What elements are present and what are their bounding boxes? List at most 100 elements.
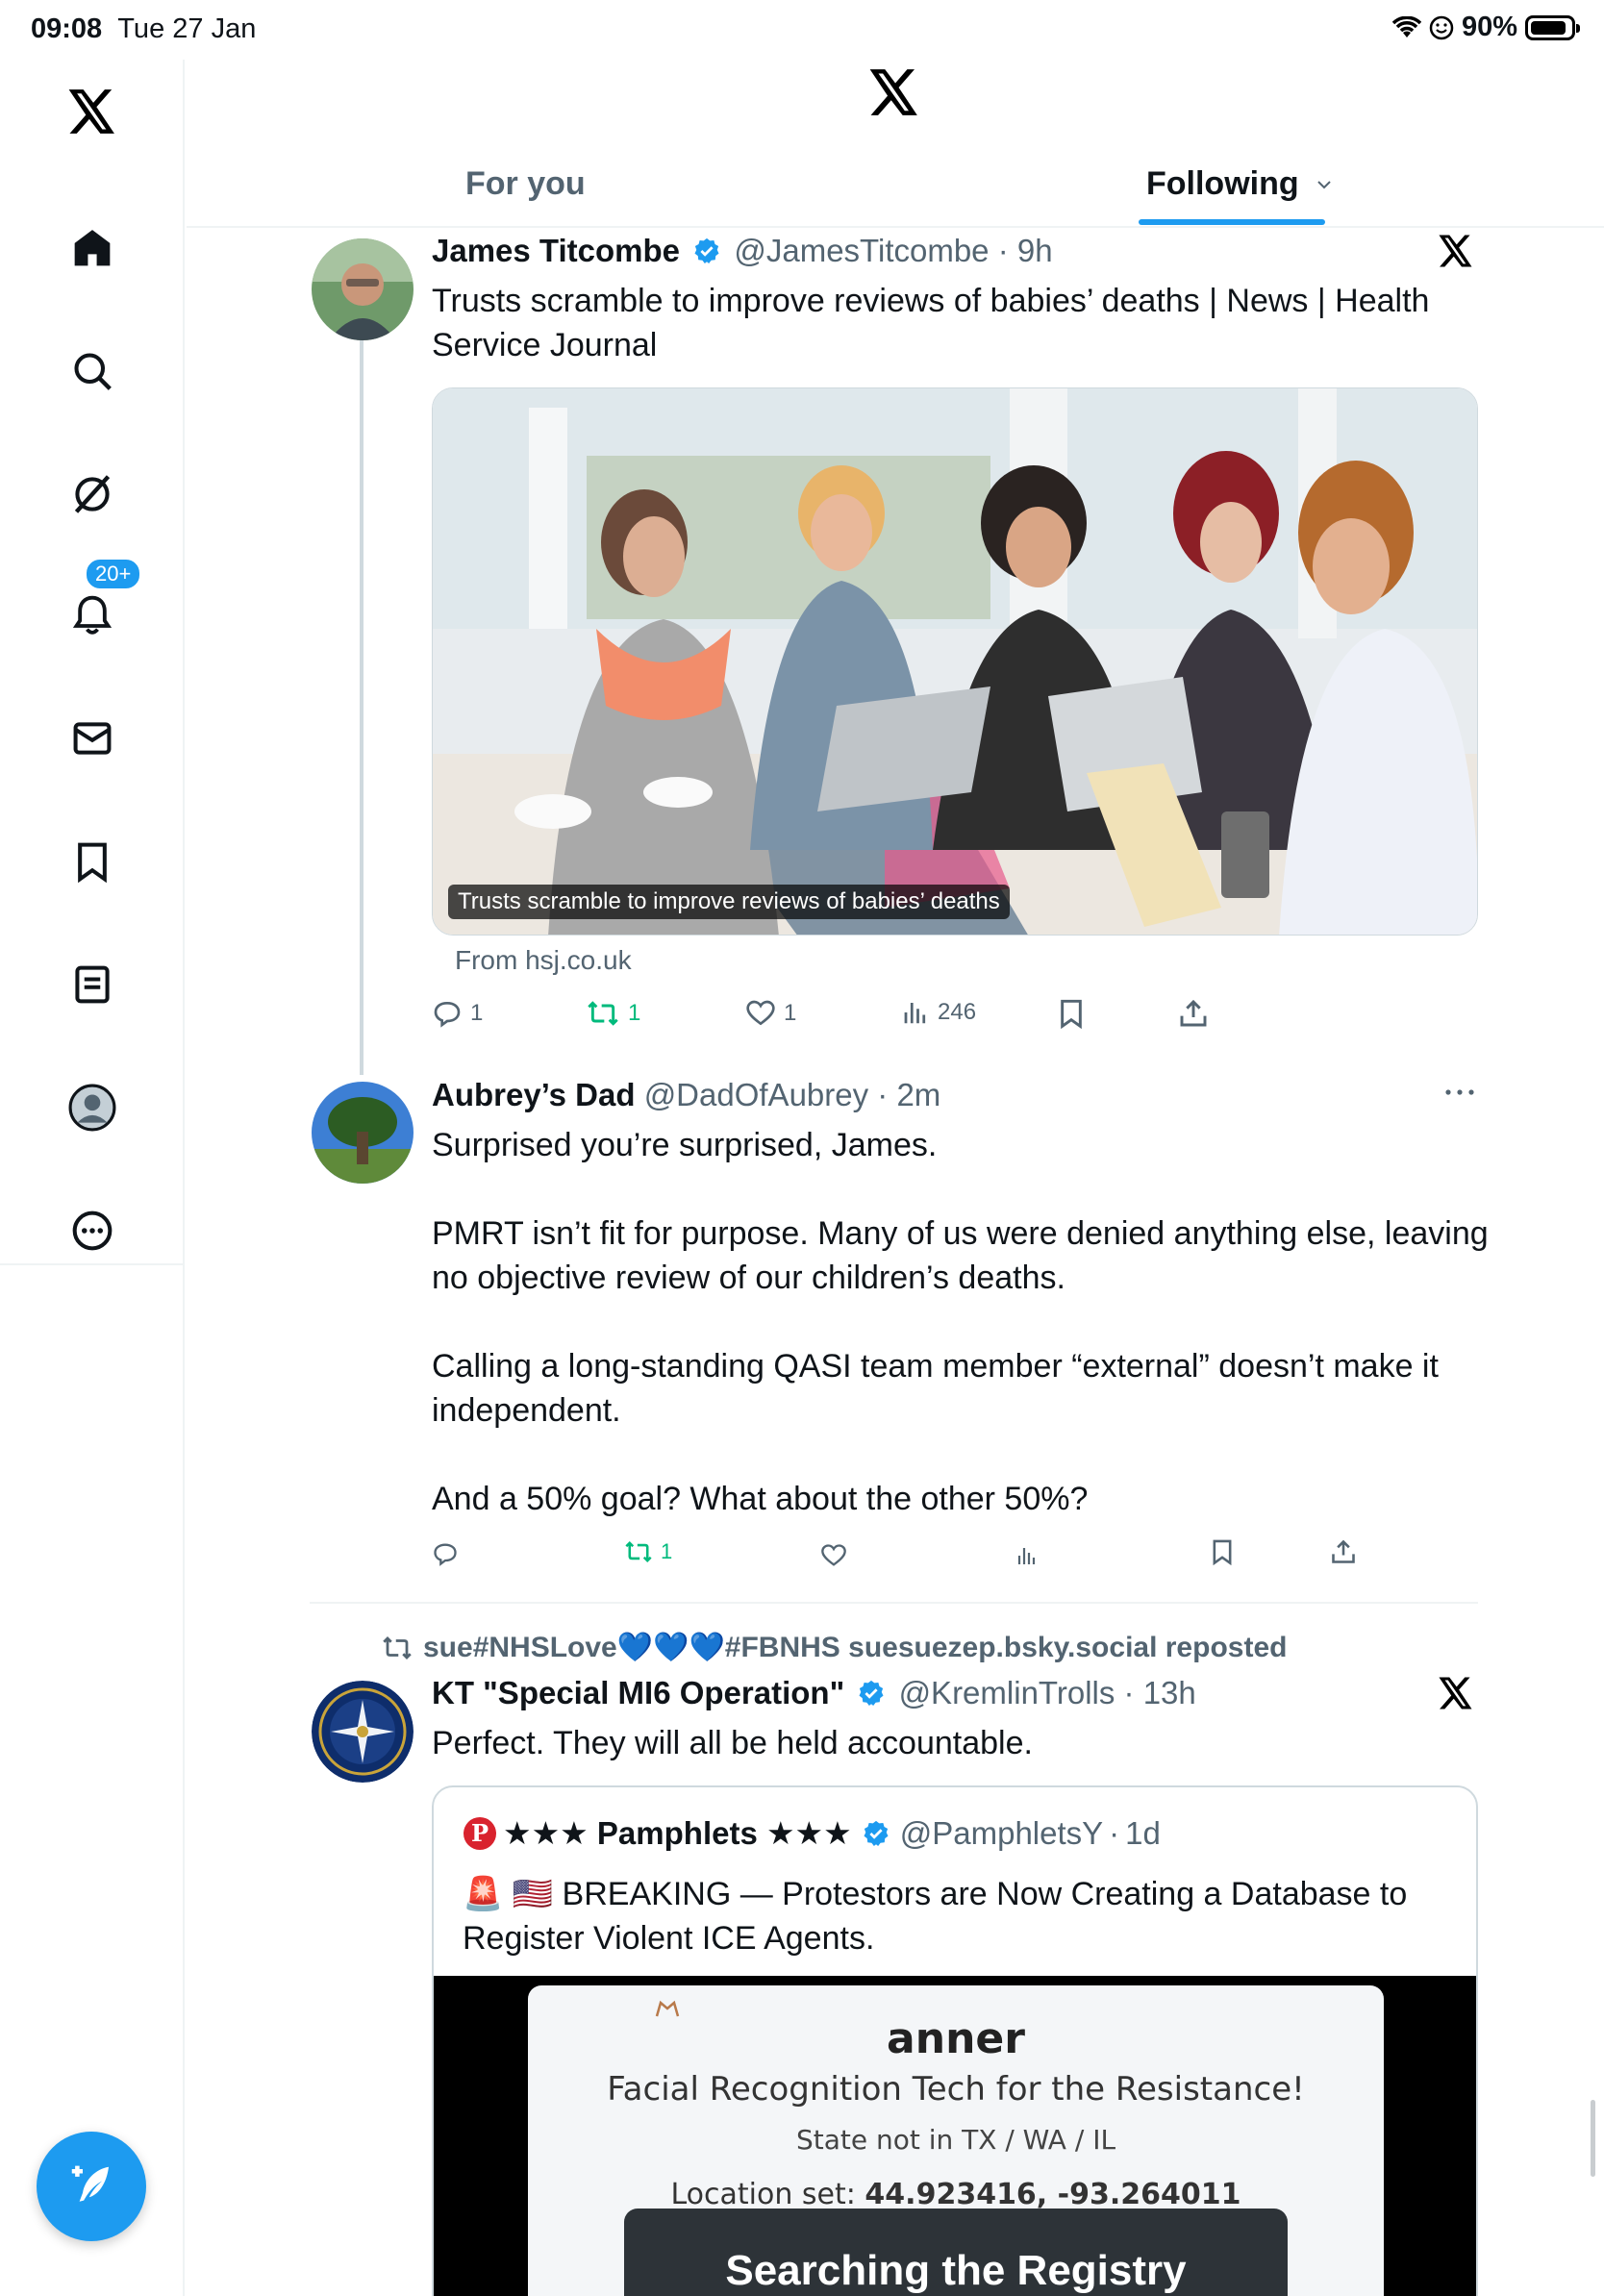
x-post-source-icon <box>1439 235 1473 267</box>
list-icon <box>71 963 113 1006</box>
bookmark-icon <box>71 840 113 883</box>
thread-connector <box>360 287 363 1075</box>
profile-icon <box>68 1084 116 1132</box>
tweet-3-text: Perfect. They will all be held accountab… <box>432 1725 1033 1761</box>
author-handle[interactable]: @JamesTitcombe <box>734 233 989 268</box>
link-card-caption: Trusts scramble to improve reviews of ba… <box>448 885 1010 919</box>
x-logo-icon[interactable] <box>63 83 121 140</box>
tab-following[interactable]: Following <box>1146 165 1333 203</box>
share-icon <box>1178 998 1209 1029</box>
compose-button[interactable] <box>37 2132 146 2241</box>
tweet-1-text: Trusts scramble to improve reviews of ba… <box>432 283 1430 363</box>
repost-icon <box>586 998 620 1029</box>
share-button[interactable] <box>1178 998 1209 1029</box>
sidebar-item-home[interactable] <box>63 219 121 277</box>
status-bar: 09:08 Tue 27 Jan 90% <box>0 0 1604 60</box>
sidebar-item-more[interactable] <box>63 1202 121 1260</box>
author-name[interactable]: James Titcombe <box>432 233 680 268</box>
repost-count: 1 <box>661 1539 673 1563</box>
author-name[interactable]: KT "Special MI6 Operation" <box>432 1675 844 1710</box>
sidebar-divider <box>0 1263 185 1265</box>
bookmark-icon <box>1056 998 1087 1029</box>
svg-text:P: P <box>471 1819 489 1847</box>
sidebar-item-notifications[interactable] <box>63 586 121 644</box>
tweet-time[interactable]: 9h <box>1017 233 1053 268</box>
quoted-tweet[interactable]: P ★★★ Pamphlets ★★★ @PamphletsY · 1d 🚨 🇺… <box>432 1785 1478 2296</box>
like-button[interactable]: 1 <box>745 998 796 1029</box>
link-card-image[interactable]: Trusts scramble to improve reviews of ba… <box>432 387 1478 936</box>
video-search-button: Searching the Registry <box>624 2209 1288 2296</box>
tweet-paragraph: PMRT isn’t fit for purpose. Many of us w… <box>432 1215 1489 1296</box>
sidebar-item-explore[interactable] <box>63 342 121 400</box>
verified-badge-icon <box>857 1679 886 1708</box>
tweet-2-text: Surprised you’re surprised, James. PMRT … <box>432 1123 1490 1521</box>
sidebar-item-bookmarks[interactable] <box>63 833 121 890</box>
repost-attribution[interactable]: sue#NHSLove💙💙💙#FBNHS suesuezep.bsky.soci… <box>381 1631 1287 1664</box>
notifications-badge: 20+ <box>85 558 142 590</box>
compose-icon <box>65 2160 117 2212</box>
quote-video[interactable]: anner Facial Recognition Tech for the Re… <box>434 1976 1476 2296</box>
wifi-icon <box>1391 15 1421 39</box>
video-location: Location set: 44.923416, -93.264011 <box>528 2178 1384 2211</box>
tab-following-label: Following <box>1146 165 1299 202</box>
tweet-1-author: James Titcombe @JamesTitcombe · 9h <box>432 233 1053 268</box>
bookmark-icon <box>1209 1538 1236 1565</box>
share-button[interactable] <box>1330 1538 1357 1565</box>
like-button[interactable] <box>820 1542 847 1569</box>
link-card-source[interactable]: From hsj.co.uk <box>455 945 632 976</box>
sidebar-item-lists[interactable] <box>63 956 121 1013</box>
repost-button[interactable]: 1 <box>586 998 640 1029</box>
repost-icon <box>624 1538 653 1565</box>
video-subtitle: Facial Recognition Tech for the Resistan… <box>607 2070 1305 2109</box>
bell-icon <box>71 594 113 636</box>
avatar-james-titcombe[interactable] <box>312 238 414 340</box>
tweet-paragraph: Surprised you’re surprised, James. <box>432 1127 938 1163</box>
status-indicators: 90% <box>1391 12 1580 43</box>
reply-button[interactable] <box>432 1540 459 1567</box>
bookmark-button[interactable] <box>1209 1538 1236 1565</box>
tweet-time[interactable]: 2m <box>896 1077 940 1112</box>
quote-time: 1d <box>1125 1814 1161 1851</box>
avatar-kremlin-trolls[interactable] <box>312 1681 414 1783</box>
sidebar-item-messages[interactable] <box>63 710 121 767</box>
author-handle[interactable]: @KremlinTrolls <box>899 1675 1115 1710</box>
grok-icon <box>71 473 113 515</box>
repost-icon <box>381 1634 414 1662</box>
quote-text: 🚨 🇺🇸 BREAKING — Protestors are Now Creat… <box>463 1876 1408 1957</box>
repost-button[interactable]: 1 <box>624 1538 672 1565</box>
quote-author-handle: @PamphletsY <box>899 1814 1104 1851</box>
tab-for-you[interactable]: For you <box>465 165 586 203</box>
video-frame: anner Facial Recognition Tech for the Re… <box>528 1985 1384 2296</box>
reply-button[interactable]: 1 <box>432 998 483 1029</box>
reply-count: 1 <box>470 1000 484 1026</box>
views-button[interactable]: 246 <box>901 998 976 1027</box>
sidebar-item-grok[interactable] <box>63 465 121 523</box>
tweet-divider <box>310 1602 1478 1604</box>
view-count: 246 <box>938 999 977 1025</box>
envelope-icon <box>71 717 113 760</box>
author-handle[interactable]: @DadOfAubrey <box>644 1077 868 1112</box>
repost-by-text: sue#NHSLove💙💙💙#FBNHS suesuezep.bsky.soci… <box>423 1632 1288 1663</box>
more-options-icon[interactable] <box>1442 1083 1477 1102</box>
tweet-paragraph: And a 50% goal? What about the other 50%… <box>432 1481 1089 1517</box>
sidebar: 20+ <box>0 60 185 2296</box>
scrollbar[interactable] <box>1591 2100 1595 2177</box>
author-name[interactable]: Aubrey’s Dad <box>432 1077 636 1112</box>
tweet-2-author: Aubrey’s Dad @DadOfAubrey · 2m <box>432 1077 941 1112</box>
search-icon <box>71 350 113 392</box>
reply-icon <box>432 998 463 1029</box>
tweet-time[interactable]: 13h <box>1143 1675 1196 1710</box>
pamphlets-logo-icon: P <box>463 1816 497 1851</box>
quote-author: P ★★★ Pamphlets ★★★ @PamphletsY · 1d <box>463 1814 1161 1852</box>
reply-icon <box>432 1540 459 1567</box>
tweet-3-author: KT "Special MI6 Operation" @KremlinTroll… <box>432 1675 1196 1710</box>
video-state: State not in TX / WA / IL <box>795 2124 1116 2156</box>
avatar-aubreys-dad[interactable] <box>312 1082 414 1184</box>
battery-percent: 90% <box>1461 12 1517 42</box>
bookmark-button[interactable] <box>1056 998 1087 1029</box>
heart-icon <box>745 998 776 1029</box>
tweet-paragraph: Calling a long-standing QASI team member… <box>432 1348 1439 1429</box>
views-button[interactable] <box>1015 1544 1039 1567</box>
sidebar-item-profile[interactable] <box>63 1079 121 1136</box>
battery-icon <box>1525 14 1580 40</box>
